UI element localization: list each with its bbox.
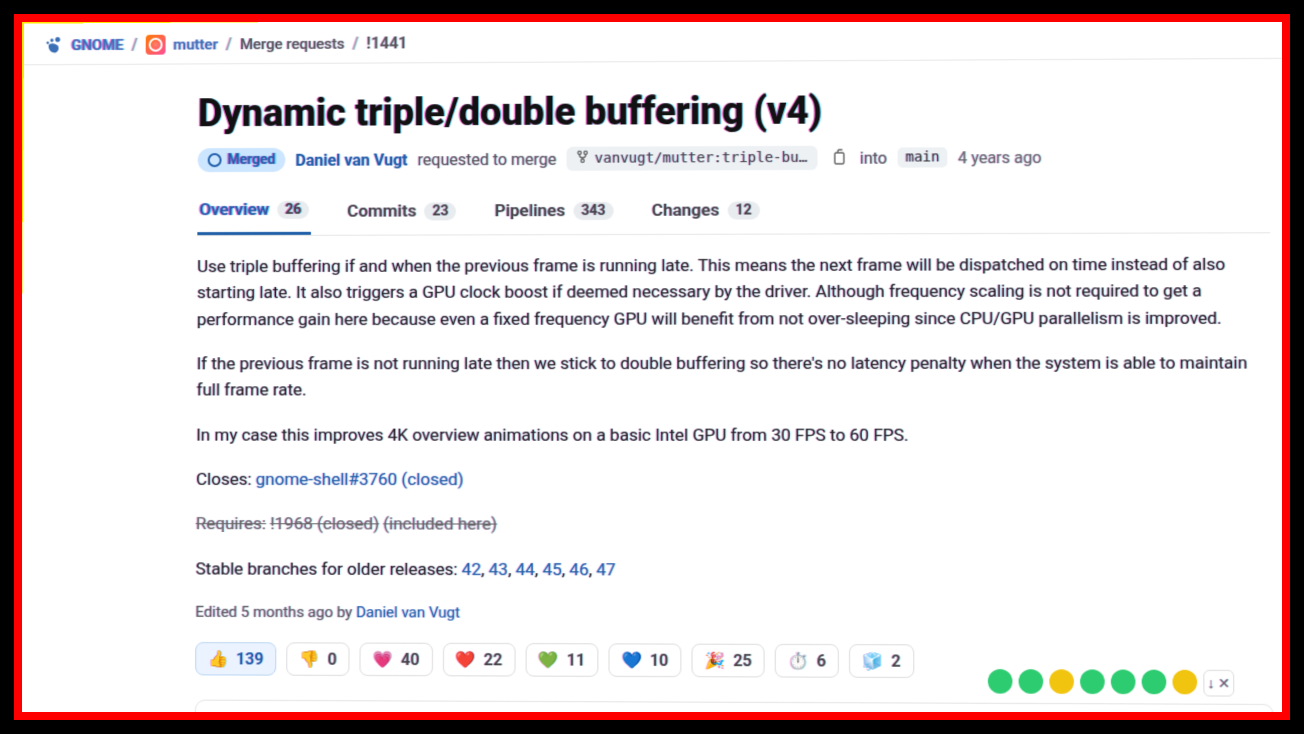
desc-p2: If the previous frame is not running lat…	[196, 350, 1271, 404]
stable-branch-link[interactable]: 46	[569, 560, 588, 580]
reaction-button[interactable]: 💙 10	[608, 644, 681, 678]
closes-link[interactable]: gnome-shell#3760 (closed)	[256, 470, 464, 490]
tab-commits[interactable]: Commits 23	[345, 199, 458, 234]
description: Use triple buffering if and when the pre…	[195, 252, 1273, 628]
requires-tail: (included here)	[383, 515, 497, 535]
created-time: 4 years ago	[958, 147, 1042, 167]
tabs: Overview 26 Commits 23 Pipelines 343 Cha…	[197, 197, 1270, 236]
separator-icon: /	[132, 35, 138, 54]
requires-link[interactable]: !1968 (closed)	[270, 515, 379, 535]
stage-warn-icon[interactable]	[1172, 670, 1197, 695]
gnome-logo-icon	[42, 34, 64, 56]
stable-branch-link[interactable]: 44	[516, 560, 535, 580]
expand-stages-button[interactable]: ↓ ✕	[1203, 670, 1234, 697]
stage-pass-icon[interactable]	[1080, 669, 1105, 694]
breadcrumb-root[interactable]: GNOME	[71, 35, 123, 53]
fork-icon	[577, 150, 589, 168]
reaction-button[interactable]: 💚 11	[525, 643, 598, 677]
reaction-count: 0	[328, 650, 337, 669]
copy-branch-button[interactable]	[827, 147, 849, 169]
reaction-count: 25	[733, 651, 752, 670]
tab-overview[interactable]: Overview 26	[197, 200, 311, 235]
tab-label: Commits	[347, 201, 416, 221]
reaction-emoji-icon: 🎉	[705, 651, 725, 670]
author-link[interactable]: Daniel van Vugt	[296, 150, 408, 169]
pipeline-stage-icons: ↓ ✕	[988, 669, 1234, 697]
source-branch-pill[interactable]: vanvugt/mutter:triple-bu…	[567, 146, 818, 171]
tab-count: 343	[573, 201, 613, 219]
closes-label: Closes:	[196, 470, 252, 490]
edited-prefix: Edited	[195, 603, 237, 621]
edited-time: 5 months ago	[241, 603, 333, 621]
reaction-count: 40	[401, 650, 419, 669]
reaction-button[interactable]: ⏱️ 6	[775, 644, 839, 678]
tab-changes[interactable]: Changes 12	[650, 198, 762, 234]
pipeline-text-prefix: Merge request pipeline	[248, 719, 411, 720]
stage-warn-icon[interactable]	[1049, 669, 1074, 694]
tab-label: Overview	[199, 200, 269, 220]
reaction-count: 139	[236, 650, 264, 669]
stage-pass-icon[interactable]	[1111, 670, 1136, 695]
page-title: Dynamic triple/double buffering (v4)	[198, 87, 1270, 136]
stage-pass-icon[interactable]	[988, 669, 1013, 694]
edited-by-word: by	[337, 603, 353, 621]
merge-icon	[208, 153, 222, 167]
stable-branch-link[interactable]: 47	[596, 560, 615, 580]
tab-count: 23	[424, 202, 456, 220]
stable-branch-link[interactable]: 42	[462, 560, 481, 580]
target-branch-chip[interactable]: main	[897, 147, 948, 167]
reaction-button[interactable]: 👎0	[287, 643, 350, 677]
stage-pass-icon[interactable]	[1142, 670, 1167, 695]
separator-icon: /	[226, 34, 232, 53]
breadcrumb-mr-id: !1441	[367, 33, 408, 52]
status-label: Merged	[228, 152, 276, 168]
edited-by-link[interactable]: Daniel van Vugt	[356, 603, 460, 621]
into-word: into	[860, 148, 887, 167]
warning-icon: !	[214, 717, 236, 720]
desc-p1: Use triple buffering if and when the pre…	[197, 252, 1271, 334]
reaction-emoji-icon: 👎	[300, 650, 320, 669]
tab-count: 26	[277, 201, 309, 219]
reaction-emoji-icon: ⏱️	[788, 651, 808, 670]
reaction-emoji-icon: 💚	[539, 651, 559, 670]
breadcrumb-section[interactable]: Merge requests	[240, 34, 345, 53]
tab-label: Pipelines	[495, 200, 566, 220]
reaction-emoji-icon: 💙	[622, 651, 642, 670]
stable-branch-link[interactable]: 43	[489, 560, 508, 580]
source-branch-text: vanvugt/mutter:triple-bu…	[595, 150, 808, 167]
reaction-button[interactable]: 🎉 25	[692, 644, 765, 678]
reaction-button[interactable]: 💗 40	[360, 643, 433, 677]
separator-icon: /	[353, 34, 359, 53]
desc-p3: In my case this improves 4K overview ani…	[196, 422, 1272, 449]
reaction-button[interactable]: ❤️ 22	[443, 643, 516, 677]
breadcrumb-project[interactable]: mutter	[173, 35, 218, 53]
reaction-emoji-icon: 💗	[373, 650, 393, 669]
reaction-count: 11	[567, 651, 585, 670]
pipeline-status-box: ! Merge request pipeline #795088 passed …	[195, 700, 1274, 720]
reaction-emoji-icon: 🧊	[863, 652, 883, 671]
reaction-count: 2	[891, 652, 900, 671]
stage-pass-icon[interactable]	[1019, 669, 1044, 694]
request-phrase: requested to merge	[418, 149, 557, 169]
reaction-count: 22	[484, 650, 502, 669]
tab-label: Changes	[652, 200, 719, 220]
status-badge: Merged	[198, 148, 286, 172]
tab-pipelines[interactable]: Pipelines 343	[493, 199, 616, 235]
requires-label: Requires:	[196, 514, 266, 534]
reaction-button[interactable]: 👍 139	[195, 642, 277, 676]
stable-branch-link[interactable]: 45	[543, 560, 562, 580]
breadcrumb: GNOME / mutter / Merge requests / !1441	[24, 16, 1290, 65]
reaction-count: 10	[650, 651, 669, 670]
stable-label: Stable branches for older releases:	[196, 559, 458, 580]
stable-branch-list: 42, 43, 44, 45, 46, 47	[462, 560, 616, 581]
status-row: Merged Daniel van Vugt requested to merg…	[198, 144, 1270, 172]
reaction-emoji-icon: 👍	[208, 649, 228, 668]
tab-count: 12	[727, 201, 759, 219]
reaction-emoji-icon: ❤️	[456, 650, 476, 669]
reaction-count: 6	[817, 651, 826, 670]
reaction-button[interactable]: 🧊2	[849, 644, 913, 678]
mutter-project-icon	[146, 34, 166, 54]
